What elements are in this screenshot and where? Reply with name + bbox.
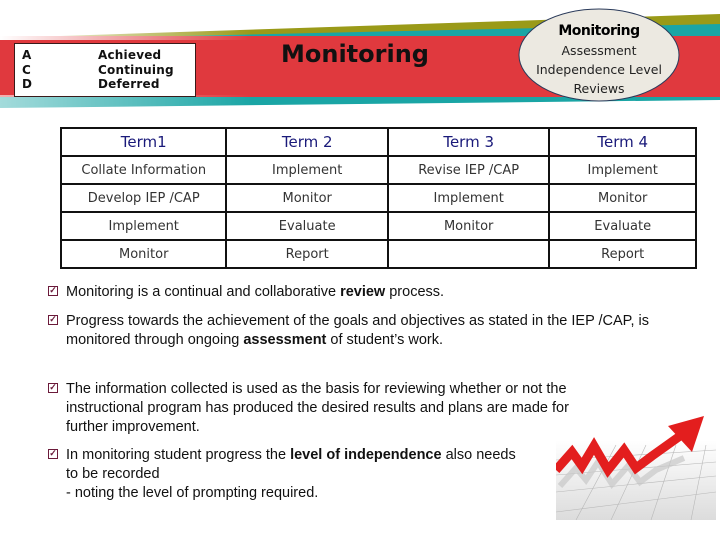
bullet-item: ✓ In monitoring student progress the lev… bbox=[48, 446, 526, 503]
table-cell: Monitor bbox=[386, 211, 551, 241]
legend-box: A Achieved C Continuing D Deferred bbox=[14, 43, 196, 97]
bold-text: assessment bbox=[243, 332, 327, 348]
table-cell: Develop IEP /CAP bbox=[59, 183, 228, 213]
checked-box-icon: ✓ bbox=[48, 382, 58, 393]
table-cell bbox=[386, 239, 551, 269]
legend-row: A Achieved bbox=[22, 48, 161, 63]
table-cell: Evaluate bbox=[225, 211, 389, 241]
text-run: Monitoring is a continual and collaborat… bbox=[66, 284, 341, 300]
table-cell: Implement bbox=[386, 183, 551, 213]
oval-line: Independence Level bbox=[536, 62, 662, 77]
legend-row: D Deferred bbox=[22, 77, 160, 92]
header-term-3: Term 3 bbox=[386, 127, 551, 157]
header-term-2: Term 2 bbox=[225, 127, 389, 157]
table-cell: Implement bbox=[548, 155, 697, 185]
table-cell: Implement bbox=[225, 155, 389, 185]
table-cell: Monitor bbox=[225, 183, 389, 213]
bullet-text: The information collected is used as the… bbox=[66, 381, 569, 435]
table-row: Collate Information Implement Revise IEP… bbox=[59, 155, 697, 185]
oval-line: Reviews bbox=[573, 81, 625, 96]
bullet-item: ✓ The information collected is used as t… bbox=[48, 380, 586, 437]
bullet-text: Monitoring is a continual and collaborat… bbox=[66, 284, 444, 300]
oval-line: Assessment bbox=[561, 43, 637, 58]
legend-code: A bbox=[22, 48, 32, 62]
header-term-1: Term1 bbox=[59, 127, 228, 157]
bullet-item: ✓ Progress towards the achievement of th… bbox=[48, 312, 666, 350]
bold-text: review bbox=[340, 284, 386, 300]
bold-text: level of independence bbox=[290, 447, 442, 463]
legend-row: C Continuing bbox=[22, 63, 174, 78]
legend-meaning: Achieved bbox=[98, 48, 162, 62]
header-term-4: Term 4 bbox=[548, 127, 697, 157]
table-row: Implement Evaluate Monitor Evaluate bbox=[59, 211, 697, 241]
legend-code: D bbox=[22, 77, 33, 91]
table-cell: Implement bbox=[59, 211, 228, 241]
table-cell: Collate Information bbox=[59, 155, 228, 185]
table-cell: Report bbox=[225, 239, 389, 269]
text-run: - noting the level of prompting required… bbox=[66, 485, 319, 501]
legend-meaning: Deferred bbox=[98, 77, 160, 91]
terms-table: Term1 Term 2 Term 3 Term 4 Collate Infor… bbox=[59, 127, 697, 269]
header-banner: A Achieved C Continuing D Deferred Monit… bbox=[0, 0, 720, 115]
table-cell: Monitor bbox=[59, 239, 228, 269]
table-header-row: Term1 Term 2 Term 3 Term 4 bbox=[59, 127, 697, 157]
text-run: process. bbox=[385, 284, 445, 300]
text-run: In monitoring student progress the bbox=[66, 447, 291, 463]
oval-content: Monitoring Assessment Independence Level… bbox=[520, 22, 678, 98]
table-row: Develop IEP /CAP Monitor Implement Monit… bbox=[59, 183, 697, 213]
legend-meaning: Continuing bbox=[98, 62, 174, 77]
oval-title: Monitoring bbox=[558, 23, 640, 39]
text-run: of student’s work. bbox=[326, 332, 443, 348]
bullet-item: ✓ Monitoring is a continual and collabor… bbox=[48, 283, 444, 302]
table-row: Monitor Report Report bbox=[59, 239, 697, 269]
checked-box-icon: ✓ bbox=[48, 314, 58, 325]
table-cell: Monitor bbox=[548, 183, 697, 213]
checked-box-icon: ✓ bbox=[48, 448, 58, 459]
table-cell: Revise IEP /CAP bbox=[386, 155, 551, 185]
bullet-text: In monitoring student progress the level… bbox=[66, 447, 516, 501]
table-cell: Report bbox=[548, 239, 697, 269]
legend-code: C bbox=[22, 62, 32, 77]
rising-arrow-chart-icon bbox=[556, 416, 716, 520]
checked-box-icon: ✓ bbox=[48, 285, 58, 296]
bullet-text: Progress towards the achievement of the … bbox=[66, 313, 649, 348]
page-title: Monitoring bbox=[281, 40, 429, 68]
table-cell: Evaluate bbox=[548, 211, 697, 241]
